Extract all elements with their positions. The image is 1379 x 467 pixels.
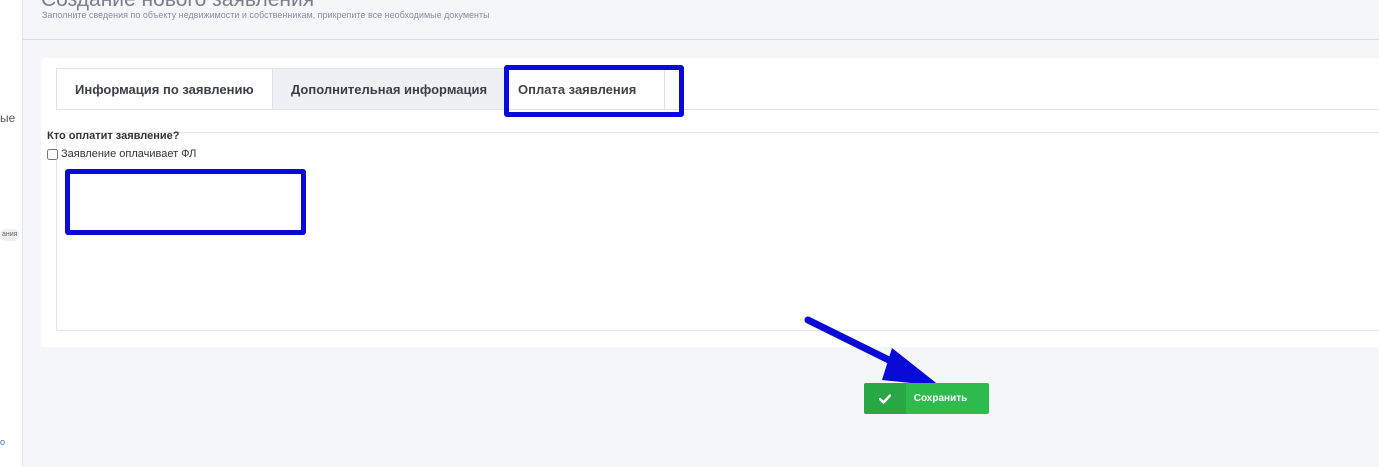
tab-pane-payment (56, 132, 1379, 331)
page-subtitle: Заполните сведения по объекту недвижимос… (42, 10, 490, 20)
save-button[interactable]: Сохранить (864, 383, 989, 414)
sidebar: ые ания о (0, 0, 23, 467)
payer-question-label: Кто оплатит заявление? (47, 130, 180, 142)
save-button-label: Сохранить (913, 393, 968, 404)
sidebar-badge: ания (0, 229, 20, 241)
tab-bar: Информация по заявлению Дополнительная и… (56, 68, 665, 110)
application-card: Информация по заявлению Дополнительная и… (41, 58, 1379, 347)
page-header: Создание нового заявления Заполните свед… (23, 0, 1379, 40)
tab-divider (56, 109, 1379, 110)
payer-checkbox-label[interactable]: Заявление оплачивает ФЛ (61, 148, 196, 160)
tab-payment[interactable]: Оплата заявления (505, 68, 665, 110)
tab-application-info[interactable]: Информация по заявлению (56, 68, 273, 110)
sidebar-link[interactable]: о (0, 437, 5, 447)
payer-checkbox-row[interactable]: Заявление оплачивает ФЛ (47, 148, 196, 160)
payer-checkbox[interactable] (47, 148, 58, 160)
sidebar-item-label[interactable]: ые (0, 111, 15, 125)
checkmark-icon (864, 383, 906, 414)
tab-additional-info[interactable]: Дополнительная информация (273, 68, 505, 110)
